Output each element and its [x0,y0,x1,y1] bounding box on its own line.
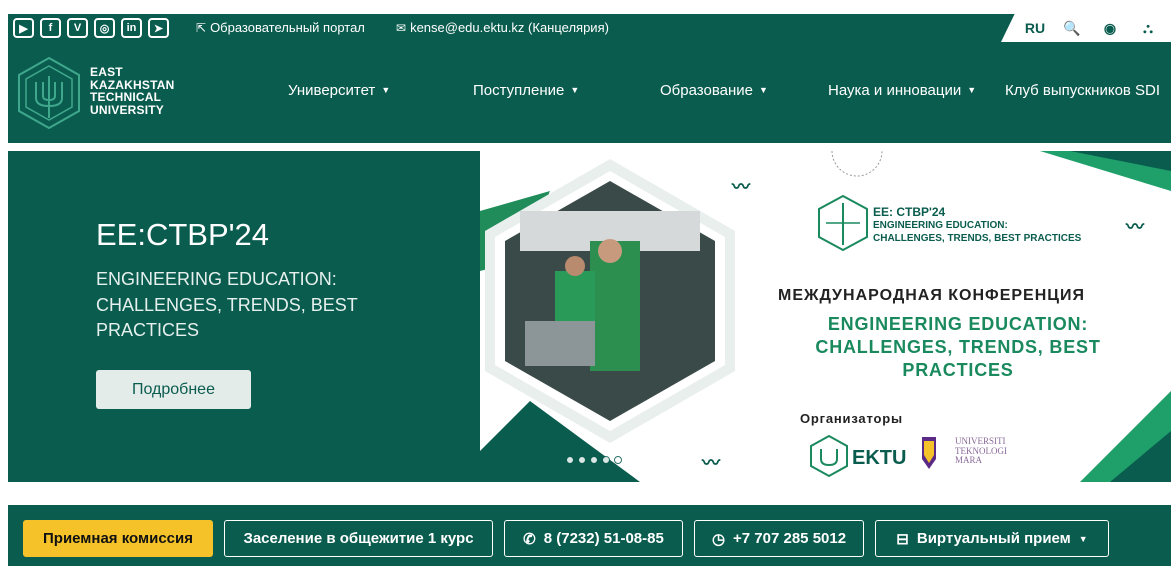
hero-title: EE:CTBP'24 [96,217,270,252]
top-bar: ▶ f V ◎ in ➤ ⇱ Образовательный портал ✉ kense@e… [8,14,1171,42]
caret-down-icon: ▼ [570,85,580,95]
portal-link-label: Образовательный портал [210,20,365,35]
caret-down-icon: ▼ [758,85,768,95]
nav-item-label: Поступление [473,82,565,99]
banner-logo-subtitle: ENGINEERING EDUCATION: CHALLENGES, TREND… [873,220,1082,244]
banner-main-title: ENGINEERING EDUCATION: CHALLENGES, TREND… [815,314,1101,380]
university-logo-icon[interactable] [16,56,82,130]
carousel-dots [566,456,622,464]
conference-banner[interactable]: 〰 〰 〰 EE: CTBP'24 ENGINEERING EDUCATION:… [480,151,1171,482]
admission-button[interactable]: Приемная комиссия [23,520,213,557]
sitemap-icon[interactable]: ⛬ [1135,14,1161,42]
virtual-reception-label: Виртуальный прием [916,530,1071,547]
linkedin-icon[interactable]: in [121,18,142,38]
wave-decor-icon: 〰 [702,453,720,473]
banner-logo-title: EE: CTBP'24 [873,205,946,219]
email-link[interactable]: ✉ kense@edu.ektu.kz (Канцелярия) [396,14,609,42]
caret-down-icon: ▼ [1078,533,1088,544]
hero-panel: EE:CTBP'24 ENGINEERING EDUCATION: CHALLE… [8,151,480,482]
uitm-logo-text: UNIVERSITI TEKNOLOGI MARA [955,436,1007,465]
instagram-icon[interactable]: ◎ [94,18,115,38]
portal-link[interactable]: ⇱ Образовательный портал [196,14,365,42]
carousel-dot[interactable] [602,456,610,464]
nav-item-label: Университет [288,82,376,99]
carousel-dot[interactable] [578,456,586,464]
nav-item-education[interactable]: Образование ▼ [660,82,768,99]
logo-line: EAST [90,65,123,79]
envelope-icon: ✉ [396,21,407,35]
whatsapp-icon: ◷ [711,530,726,548]
university-logo-text[interactable]: EAST KAZAKHSTAN TECHNICAL UNIVERSITY [90,66,174,116]
whatsapp-button[interactable]: ◷ +7 707 285 5012 [694,520,864,557]
phone-icon: ✆ [523,530,536,548]
caret-down-icon: ▼ [381,85,391,95]
topbar-tools: RU 🔍 ◉ ⛬ [1001,14,1171,42]
search-icon[interactable]: 🔍 [1059,14,1085,42]
dorm-checkin-button[interactable]: Заселение в общежитие 1 курс [224,520,493,557]
quick-links-bar: Приемная комиссия Заселение в общежитие … [8,505,1171,566]
nav-item-label: Образование [660,82,753,99]
carousel-dot[interactable] [614,456,622,464]
phone-button-1[interactable]: ✆ 8 (7232) 51-08-85 [504,520,683,557]
banner-conference-label: МЕЖДУНАРОДНАЯ КОНФЕРЕНЦИЯ [778,287,1085,304]
carousel-dot[interactable] [590,456,598,464]
wave-decor-icon: 〰 [1126,217,1144,237]
admission-button-label: Приемная комиссия [43,530,193,547]
hero-subtitle: ENGINEERING EDUCATION: CHALLENGES, TREND… [96,269,358,340]
presentation-icon: ⊟ [896,530,909,548]
more-button[interactable]: Подробнее [96,370,251,409]
telegram-icon[interactable]: ➤ [148,18,169,38]
virtual-reception-button[interactable]: ⊟ Виртуальный прием ▼ [875,520,1109,557]
logo-line: TECHNICAL [90,90,162,104]
banner-organizers-label: Организаторы [800,411,903,426]
nav-item-admission[interactable]: Поступление ▼ [473,82,579,99]
youtube-icon[interactable]: ▶ [13,18,34,38]
caret-down-icon: ▼ [967,85,977,95]
nav-item-label: Наука и инновации [828,82,962,99]
nav-item-label: Клуб выпускников SDI [1005,82,1161,99]
wave-decor-icon: 〰 [732,177,750,197]
vk-icon[interactable]: V [67,18,88,38]
phone-label-1: 8 (7232) 51-08-85 [543,530,664,547]
facebook-icon[interactable]: f [40,18,61,38]
language-switch[interactable]: RU [1021,14,1049,42]
ektu-logo-text: EKTU [852,447,907,469]
nav-item-university[interactable]: Университет ▼ [288,82,390,99]
logo-line: UNIVERSITY [90,102,165,117]
nav-item-alumni-club[interactable]: Клуб выпускников SDI [1005,82,1160,99]
carousel-dot[interactable] [566,456,574,464]
email-link-label: kense@edu.ektu.kz (Канцелярия) [410,20,609,35]
eye-icon[interactable]: ◉ [1097,14,1123,42]
nav-item-science[interactable]: Наука и инновации ▼ [828,82,976,99]
phone-label-2: +7 707 285 5012 [733,530,847,547]
dorm-button-label: Заселение в общежитие 1 курс [243,530,474,547]
external-link-icon: ⇱ [196,21,207,35]
main-navbar: EAST KAZAKHSTAN TECHNICAL UNIVERSITY Уни… [8,42,1171,143]
